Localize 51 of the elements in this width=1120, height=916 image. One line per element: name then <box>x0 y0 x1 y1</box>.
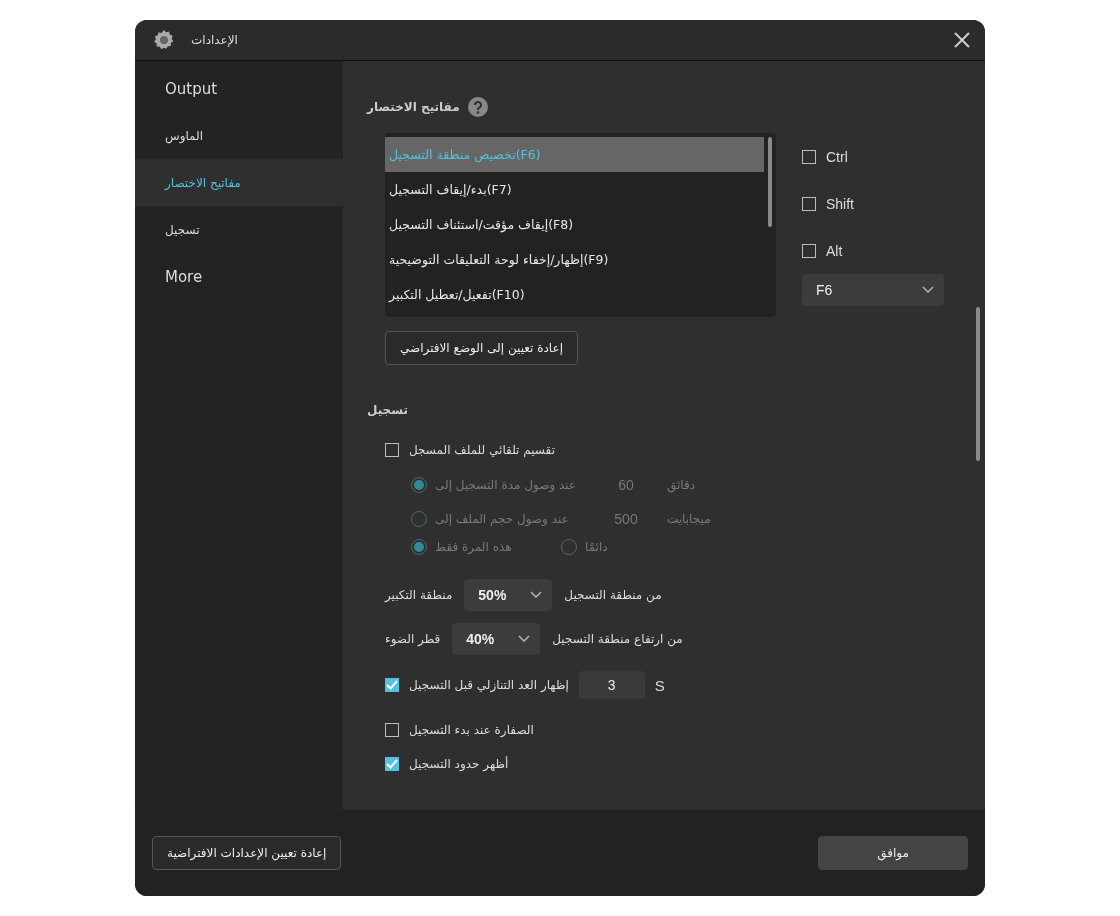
sidebar-item[interactable]: الماوس <box>135 112 343 159</box>
reset-shortcuts-button[interactable]: إعادة تعيين إلى الوضع الافتراضي <box>385 331 578 365</box>
checkbox-label: الصفارة عند بدء التسجيل <box>409 723 534 737</box>
zoom-percent-dropdown[interactable]: 50% <box>464 579 553 611</box>
checkbox[interactable] <box>802 149 816 164</box>
checkbox-label: إظهار العد التنازلي قبل التسجيل <box>409 678 569 692</box>
sidebar-item[interactable]: Output <box>135 65 343 112</box>
zoom-area-label: منطقة التكبير <box>385 588 453 602</box>
unit-label: S <box>654 676 665 694</box>
sidebar-item[interactable]: مفاتيح الاختصار <box>135 159 343 206</box>
sidebar-item[interactable]: تسجيل <box>135 206 343 253</box>
checkbox[interactable] <box>385 757 399 771</box>
scrollbar-thumb[interactable] <box>976 307 980 461</box>
unit-label: دقائق <box>667 478 696 492</box>
checkbox-label: تقسيم تلقائي للملف المسجل <box>409 443 555 457</box>
section-title: مفاتيح الاختصار <box>367 100 460 114</box>
countdown-field[interactable]: 3 <box>578 671 645 699</box>
checkbox[interactable] <box>385 678 399 692</box>
checkbox[interactable] <box>802 243 816 258</box>
scrollbar-thumb[interactable] <box>768 137 772 227</box>
settings-icon <box>153 29 175 51</box>
shortcut-item[interactable]: (F7)بدء/إيقاف التسجيل <box>385 172 764 207</box>
reset-defaults-button[interactable]: إعادة تعيين الإعدادات الافتراضية <box>152 836 342 870</box>
key-dropdown[interactable]: F6 <box>802 274 944 306</box>
checkbox-label: Shift <box>826 195 854 212</box>
ok-button[interactable]: موافق <box>818 836 968 870</box>
chevron-down-icon <box>530 591 543 599</box>
sidebar-item[interactable]: More <box>135 253 343 300</box>
radio-label: دائمًا <box>585 540 608 554</box>
checkbox[interactable] <box>385 723 399 737</box>
checkbox-label: Alt <box>826 242 843 259</box>
radio-label: هذه المرة فقط <box>435 540 512 554</box>
window-title: الإعدادات <box>191 33 239 47</box>
radio-label: عند وصول مدة التسجيل إلى <box>435 478 578 492</box>
section-title: تسجيل <box>367 403 408 417</box>
help-icon[interactable] <box>467 97 488 117</box>
shortcut-item[interactable]: (F9)إظهار/إخفاء لوحة التعليقات التوضيحية <box>385 242 764 277</box>
spotlight-label: قطر الضوء <box>385 632 441 646</box>
checkbox-label: أظهر حدود التسجيل <box>409 757 509 771</box>
chevron-down-icon <box>518 635 531 643</box>
radio-label: عند وصول حجم الملف إلى <box>435 512 570 526</box>
spotlight-suffix: من ارتفاع منطقة التسجيل <box>552 632 683 646</box>
checkbox[interactable] <box>802 196 816 211</box>
spotlight-percent-dropdown[interactable]: 40% <box>452 623 541 655</box>
checkbox-label: Ctrl <box>826 148 848 165</box>
zoom-area-suffix: من منطقة التسجيل <box>564 588 662 602</box>
chevron-down-icon <box>922 286 934 294</box>
shortcut-item[interactable]: (F8)إيقاف مؤقت/استئناف التسجيل <box>385 207 764 242</box>
shortcut-item[interactable]: (F10)تفعيل/تعطيل التكبير <box>385 277 764 312</box>
unit-label: ميجابايت <box>667 512 711 526</box>
close-icon[interactable] <box>953 31 971 49</box>
